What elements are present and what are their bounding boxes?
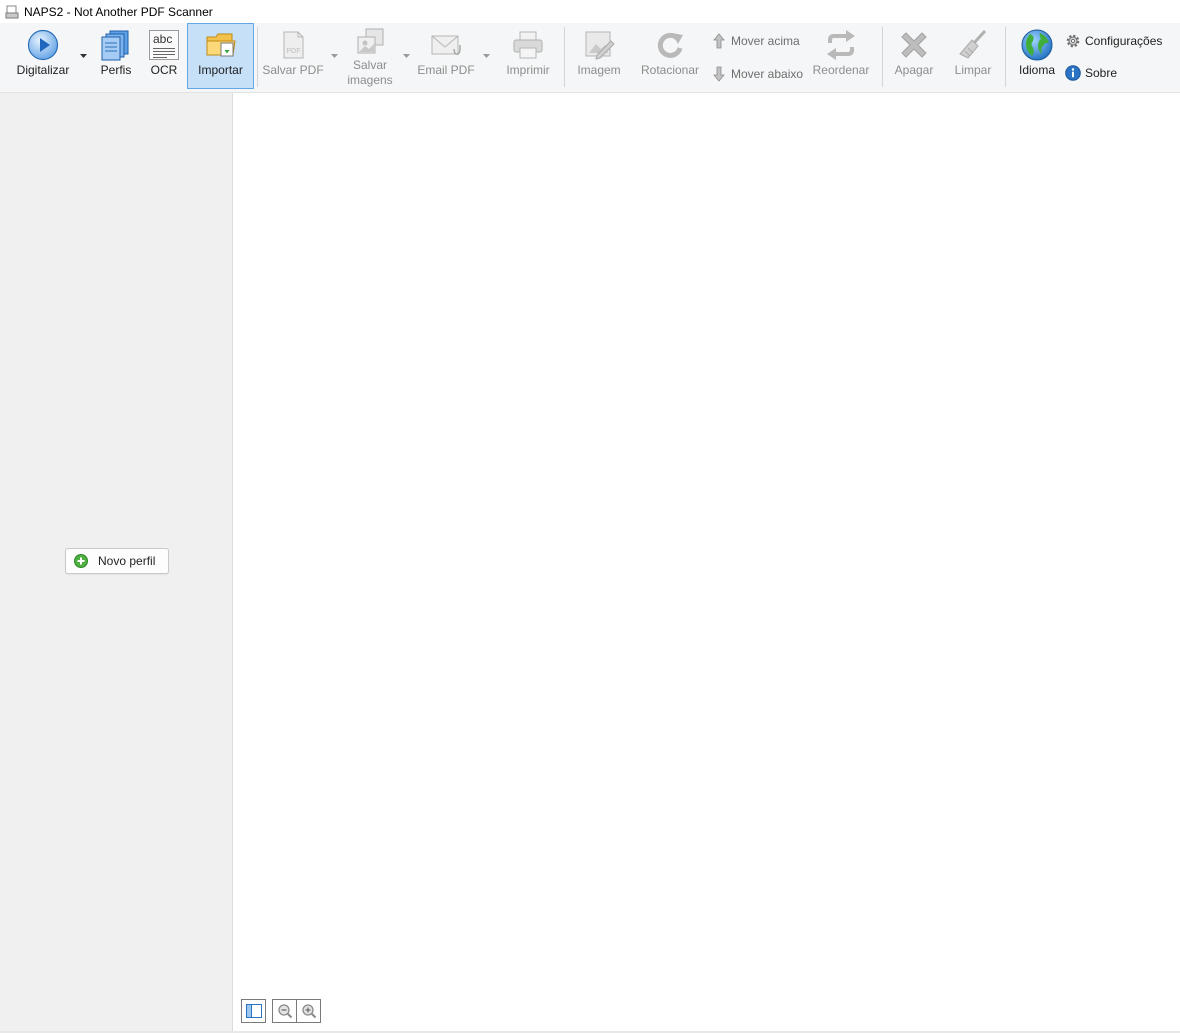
arrow-down-icon	[711, 66, 727, 82]
zoom-in-button[interactable]	[296, 1000, 320, 1022]
rotate-label: Rotacionar	[640, 63, 700, 77]
view-toggle-group	[241, 999, 266, 1023]
delete-label: Apagar	[894, 63, 934, 77]
zoom-in-icon	[301, 1004, 316, 1019]
save-images-dropdown-arrow-icon[interactable]	[403, 54, 410, 59]
svg-text:PDF: PDF	[287, 48, 301, 55]
profiles-sidebar: Novo perfil	[0, 93, 233, 1031]
about-button[interactable]: Sobre	[1065, 63, 1117, 83]
image-edit-icon	[582, 28, 616, 62]
save-images-button[interactable]: Salvar imagens	[340, 23, 400, 89]
scan-label: Digitalizar	[16, 63, 70, 77]
email-icon	[429, 28, 463, 62]
profiles-button[interactable]: Perfis	[94, 23, 138, 89]
rotate-icon	[653, 28, 687, 62]
email-pdf-dropdown-arrow-icon[interactable]	[483, 54, 490, 59]
profiles-label: Perfis	[100, 63, 132, 77]
add-icon	[74, 554, 88, 568]
window-title: NAPS2 - Not Another PDF Scanner	[24, 4, 213, 19]
new-profile-label: Novo perfil	[98, 554, 156, 568]
ocr-button[interactable]: abc OCR	[142, 23, 186, 89]
import-label: Importar	[198, 63, 243, 77]
ocr-icon-text: abc	[153, 32, 173, 46]
reorder-label: Reordenar	[812, 63, 870, 77]
about-label: Sobre	[1085, 66, 1118, 80]
language-label: Idioma	[1018, 63, 1056, 77]
clear-label: Limpar	[954, 63, 992, 77]
image-list-area[interactable]	[233, 93, 1180, 1031]
info-icon	[1065, 65, 1081, 81]
move-down-button[interactable]: Mover abaixo	[711, 64, 803, 84]
settings-button[interactable]: Configurações	[1065, 31, 1162, 51]
toolbar: Digitalizar Perfis abc OCR Importar PDF …	[0, 23, 1180, 93]
email-pdf-label: Email PDF	[417, 63, 475, 77]
rotate-button[interactable]: Rotacionar	[638, 23, 702, 89]
app-icon	[5, 5, 19, 18]
settings-label: Configurações	[1085, 34, 1163, 48]
delete-x-icon	[897, 28, 931, 62]
save-images-label-line1: Salvar	[352, 58, 387, 72]
toolbar-separator	[564, 27, 565, 87]
ocr-icon: abc	[147, 28, 181, 62]
images-icon	[353, 26, 387, 59]
scan-button[interactable]: Digitalizar	[10, 23, 76, 89]
move-up-button[interactable]: Mover acima	[711, 31, 800, 51]
pdf-icon: PDF	[276, 28, 310, 62]
profiles-icon	[99, 28, 133, 62]
save-pdf-dropdown-arrow-icon[interactable]	[331, 54, 338, 59]
print-label: Imprimir	[506, 63, 550, 77]
globe-icon	[1020, 28, 1054, 62]
broom-icon	[956, 28, 990, 62]
arrow-up-icon	[711, 33, 727, 49]
clear-button[interactable]: Limpar	[948, 23, 998, 89]
toolbar-separator	[1005, 27, 1006, 87]
toolbar-separator	[882, 27, 883, 87]
delete-button[interactable]: Apagar	[890, 23, 938, 89]
sidebar-toggle-button[interactable]	[242, 1000, 265, 1022]
save-pdf-label: Salvar PDF	[262, 63, 324, 77]
printer-icon	[511, 28, 545, 62]
image-button[interactable]: Imagem	[572, 23, 626, 89]
ocr-label: OCR	[150, 63, 178, 77]
title-bar: NAPS2 - Not Another PDF Scanner	[0, 0, 1180, 23]
print-button[interactable]: Imprimir	[500, 23, 556, 89]
gear-icon	[1065, 33, 1081, 49]
reorder-icon	[824, 28, 858, 62]
sidebar-toggle-icon	[245, 1004, 262, 1018]
move-down-label: Mover abaixo	[731, 67, 804, 81]
move-up-label: Mover acima	[731, 34, 800, 48]
scan-dropdown-arrow-icon[interactable]	[80, 54, 87, 59]
zoom-out-icon	[277, 1004, 292, 1019]
save-images-label-line2: imagens	[347, 73, 393, 87]
toolbar-separator	[257, 27, 258, 87]
save-images-label: Salvar imagens	[347, 58, 392, 88]
new-profile-button[interactable]: Novo perfil	[65, 548, 169, 574]
import-icon	[204, 28, 238, 62]
reorder-button[interactable]: Reordenar	[810, 23, 872, 89]
save-pdf-button[interactable]: PDF Salvar PDF	[262, 23, 324, 89]
import-button[interactable]: Importar	[187, 23, 254, 89]
language-button[interactable]: Idioma	[1012, 23, 1062, 89]
image-label: Imagem	[577, 63, 621, 77]
zoom-group	[272, 999, 321, 1023]
zoom-out-button[interactable]	[273, 1000, 296, 1022]
scan-icon	[26, 28, 60, 62]
email-pdf-button[interactable]: Email PDF	[414, 23, 478, 89]
